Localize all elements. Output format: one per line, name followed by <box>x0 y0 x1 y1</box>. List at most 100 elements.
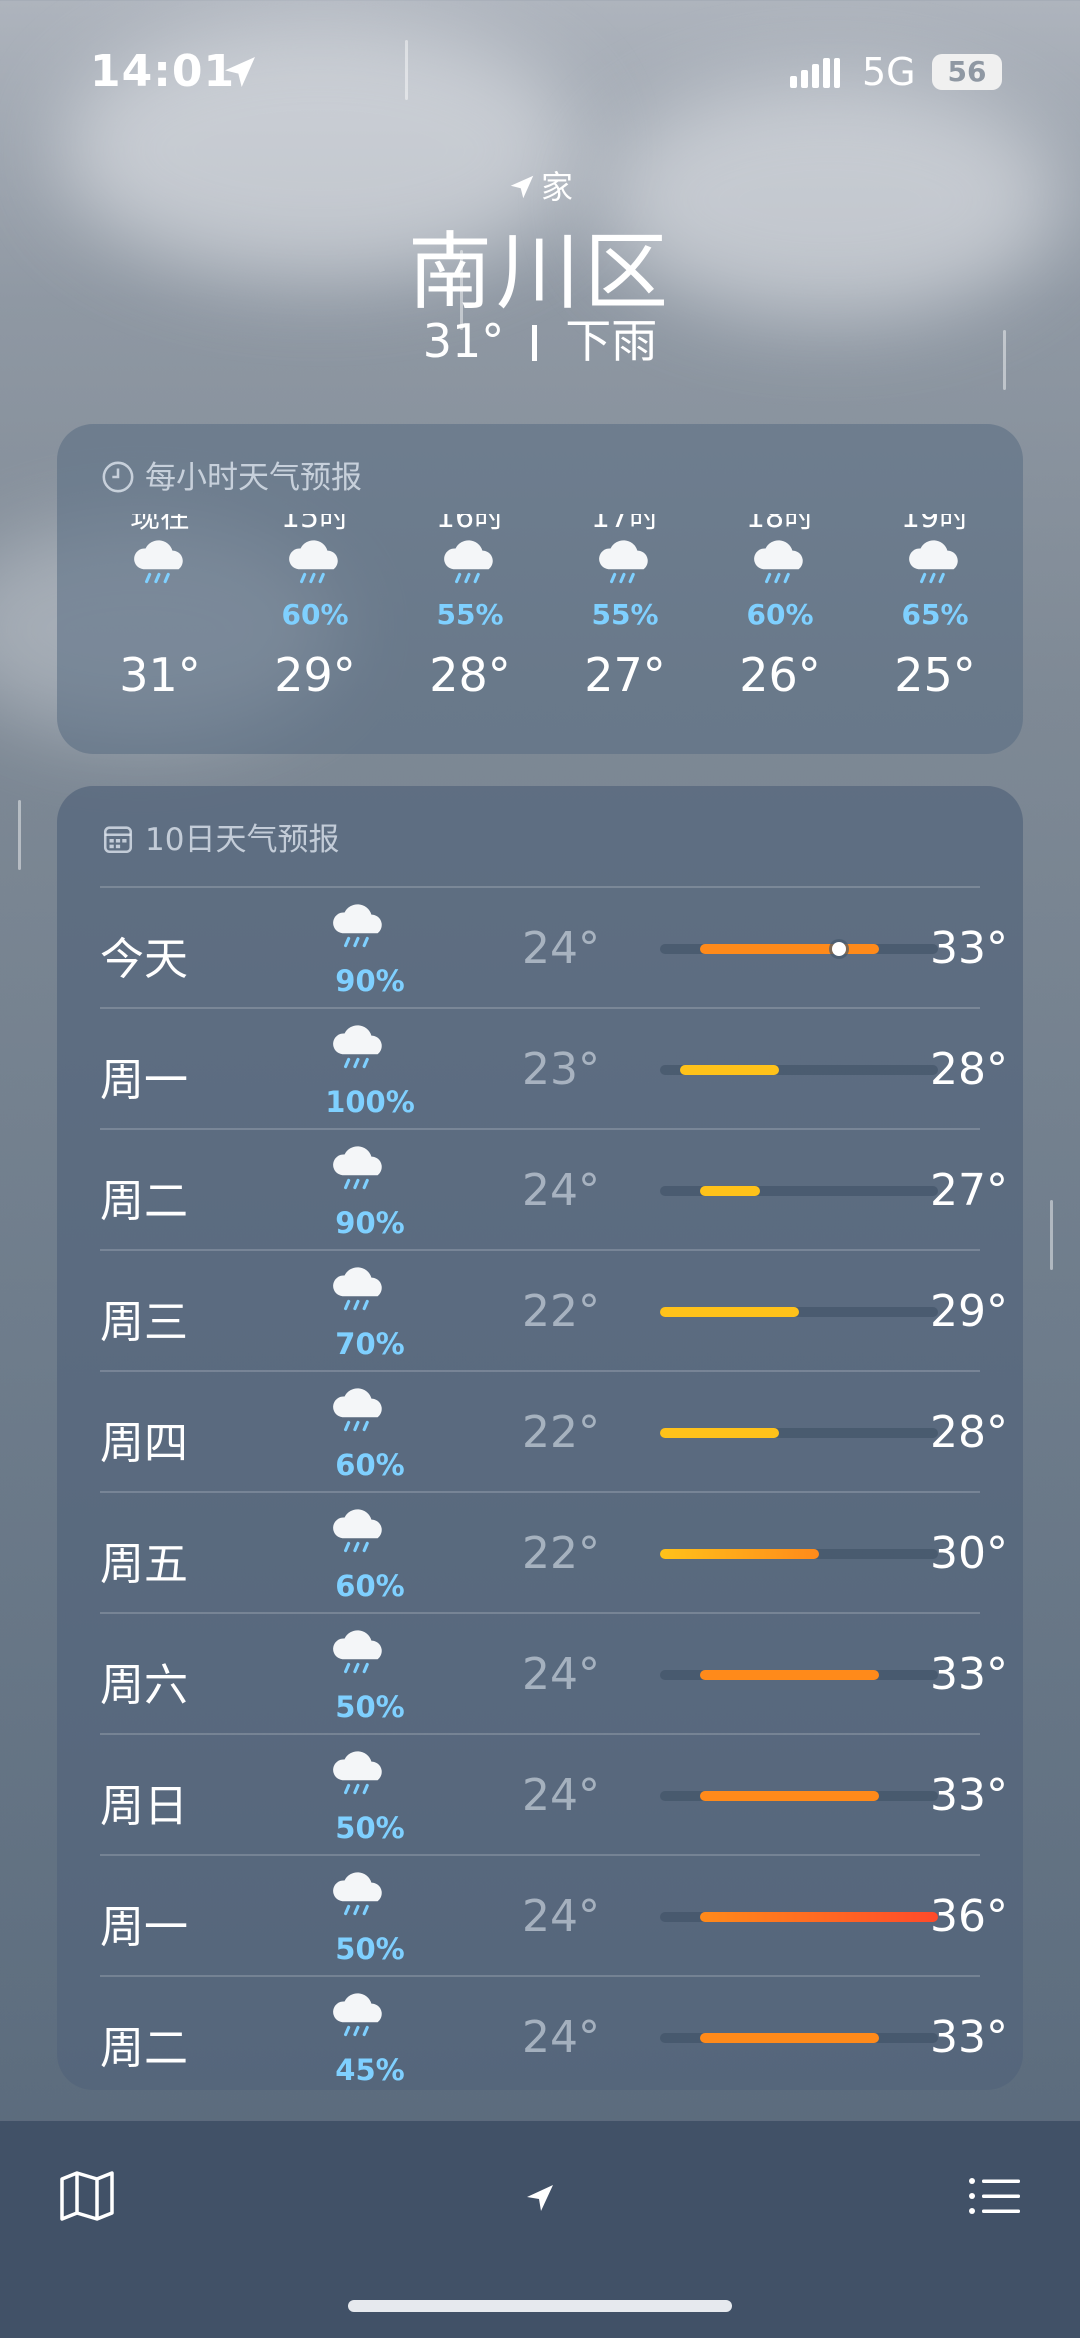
day-precip-chance: 60% <box>335 1448 405 1482</box>
temperature-range-track <box>660 1912 938 1922</box>
day-name: 周二 <box>100 2023 188 2074</box>
temperature-range-bar <box>660 1307 799 1317</box>
hour-precip-chance: 60% <box>281 598 349 631</box>
day-precip-chance: 45% <box>335 2053 405 2087</box>
daily-forecast-row[interactable]: 周三 70% 22° 29° <box>100 1249 1008 1371</box>
rain-cloud-icon <box>599 540 648 584</box>
hour-precip-chance: 55% <box>591 598 659 631</box>
day-low-temp: 24° <box>522 1770 600 1821</box>
day-high-temp: 36° <box>930 1891 1008 1942</box>
day-precip-chance: 90% <box>335 1206 405 1240</box>
hourly-item: 现在 31° <box>85 514 235 702</box>
day-name: 周五 <box>100 1539 188 1590</box>
temperature-range-bar <box>700 1912 938 1922</box>
daily-forecast-row[interactable]: 周二 90% 24° 27° <box>100 1128 1008 1250</box>
daily-forecast-row[interactable]: 周六 50% 24° 33° <box>100 1612 1008 1734</box>
day-precip-chance: 60% <box>335 1569 405 1603</box>
ten-day-forecast-panel[interactable]: 10日天气预报 今天 90% 24° 33° 周一 100% 23° 28° 周二 90% 24° 2… <box>57 786 1023 2090</box>
rain-cloud-icon <box>289 540 338 584</box>
day-weather-icon <box>328 1507 414 1567</box>
rain-cloud-icon <box>333 1993 382 2037</box>
hour-weather-icon <box>395 538 545 598</box>
daily-forecast-row[interactable]: 周日 50% 24° 33° <box>100 1733 1008 1855</box>
list-icon[interactable] <box>960 2161 1030 2231</box>
rain-cloud-icon <box>754 540 803 584</box>
current-temp-marker <box>832 942 846 956</box>
hour-label: 现在 <box>130 514 190 535</box>
temperature-range-track <box>660 1186 938 1196</box>
hour-temperature: 26° <box>739 648 821 702</box>
daily-forecast-row[interactable]: 周五 60% 22° 30° <box>100 1491 1008 1613</box>
hour-precip-chance: 60% <box>746 598 814 631</box>
hourly-forecast-list[interactable]: 现在 31° 15时 60% 29° 16时 55% 28° 17时 55% 27° 18时 60% 26… <box>57 514 1023 754</box>
hourly-forecast-title: 每小时天气预报 <box>145 460 362 496</box>
hourly-item: 17时 55% 27° <box>550 514 700 702</box>
temperature-range-bar <box>700 1186 760 1196</box>
daily-forecast-row[interactable]: 周二 45% 24° 33° <box>100 1975 1008 2097</box>
day-precip-chance: 50% <box>335 1932 405 1966</box>
location-arrow-icon[interactable] <box>505 2161 575 2231</box>
hour-weather-icon <box>860 538 1010 598</box>
day-weather-icon <box>328 1749 414 1809</box>
temperature-range-bar <box>680 1065 779 1075</box>
rain-streak <box>18 800 21 870</box>
day-name: 周一 <box>100 1055 188 1106</box>
location-arrow-icon <box>510 175 534 199</box>
temperature-range-track <box>660 1428 938 1438</box>
hourly-item: 16时 55% 28° <box>395 514 545 702</box>
temperature-range-bar <box>700 1670 879 1680</box>
temperature-range-bar <box>660 1549 819 1559</box>
hourly-forecast-panel[interactable]: 每小时天气预报 现在 31° 15时 60% 29° 16时 55% 28° 17时 55% 27°… <box>57 424 1023 754</box>
status-time: 14:01 <box>90 46 236 97</box>
day-name: 周六 <box>100 1660 188 1711</box>
battery-indicator: 56 <box>932 54 1002 90</box>
daily-forecast-row[interactable]: 周四 60% 22° 28° <box>100 1370 1008 1492</box>
daily-forecast-row[interactable]: 周一 100% 23° 28° <box>100 1007 1008 1129</box>
day-low-temp: 22° <box>522 1528 600 1579</box>
day-precip-chance: 50% <box>335 1690 405 1724</box>
day-low-temp: 24° <box>522 1165 600 1216</box>
day-high-temp: 28° <box>930 1407 1008 1458</box>
temperature-range-bar <box>700 1791 879 1801</box>
cellular-signal-icon <box>790 58 840 88</box>
hourly-item: 19时 65% 25° <box>860 514 1010 702</box>
hour-temperature: 29° <box>274 648 356 702</box>
day-high-temp: 27° <box>930 1165 1008 1216</box>
day-name: 周一 <box>100 1902 188 1953</box>
current-condition: 下雨 <box>565 314 658 368</box>
day-name: 周日 <box>100 1781 188 1832</box>
day-high-temp: 29° <box>930 1286 1008 1337</box>
hourly-forecast-header: 每小时天气预报 <box>101 452 362 497</box>
ten-day-forecast-title: 10日天气预报 <box>145 822 340 858</box>
temperature-range-bar <box>660 1428 779 1438</box>
temperature-range-track <box>660 1307 938 1317</box>
day-high-temp: 33° <box>930 1770 1008 1821</box>
day-weather-icon <box>328 1870 414 1930</box>
daily-forecast-row[interactable]: 今天 90% 24° 33° <box>100 886 1008 1008</box>
network-type: 5G <box>862 50 916 94</box>
day-weather-icon <box>328 1991 414 2051</box>
hour-temperature: 27° <box>584 648 666 702</box>
hour-temperature: 25° <box>894 648 976 702</box>
temperature-range-track <box>660 1791 938 1801</box>
rain-cloud-icon <box>134 540 183 584</box>
day-precip-chance: 50% <box>335 1811 405 1845</box>
rain-cloud-icon <box>333 1025 382 1069</box>
hour-precip-chance: 55% <box>436 598 504 631</box>
day-high-temp: 33° <box>930 2012 1008 2063</box>
hour-weather-icon <box>705 538 855 598</box>
day-low-temp: 24° <box>522 2012 600 2063</box>
daily-forecast-row[interactable]: 周一 50% 24° 36° <box>100 1854 1008 1976</box>
day-weather-icon <box>328 1265 414 1325</box>
map-icon[interactable] <box>52 2161 122 2231</box>
day-high-temp: 33° <box>930 1649 1008 1700</box>
temperature-range-bar <box>700 944 879 954</box>
rain-cloud-icon <box>333 1751 382 1795</box>
hour-label: 16时 <box>435 514 505 535</box>
temperature-range-track <box>660 2033 938 2043</box>
calendar-icon <box>103 826 133 854</box>
rain-cloud-icon <box>333 1146 382 1190</box>
day-low-temp: 24° <box>522 1891 600 1942</box>
hour-temperature: 31° <box>119 648 201 702</box>
hour-label: 17时 <box>590 514 660 535</box>
